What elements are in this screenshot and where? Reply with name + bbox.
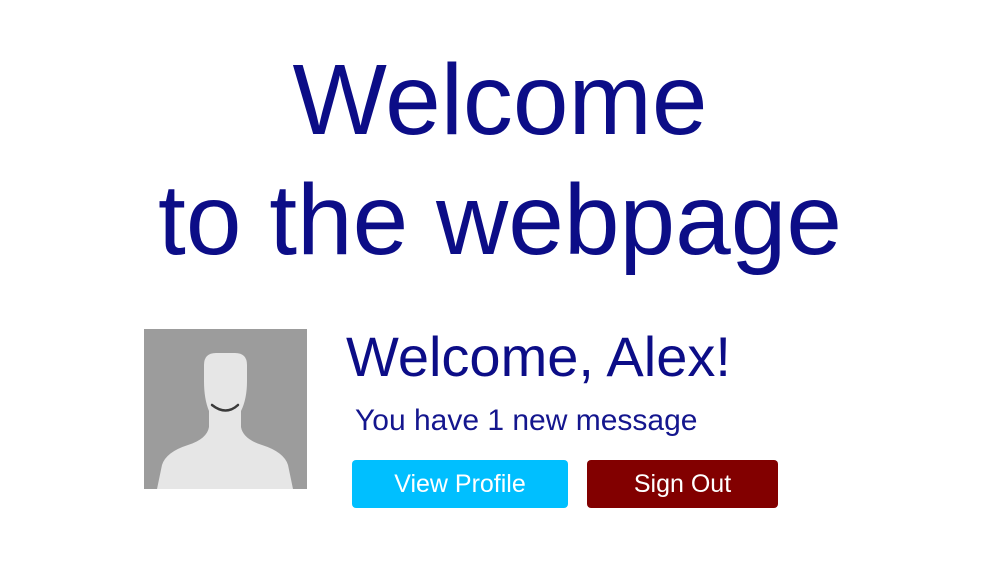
page-title-line-2: to the webpage bbox=[158, 164, 842, 276]
page-title-line-1: Welcome bbox=[292, 44, 708, 156]
new-message-notice: You have 1 new message bbox=[355, 404, 698, 437]
sign-out-button[interactable]: Sign Out bbox=[587, 460, 778, 508]
avatar bbox=[144, 329, 307, 489]
person-silhouette-icon bbox=[157, 353, 293, 489]
user-greeting: Welcome, Alex! bbox=[346, 325, 731, 388]
view-profile-button[interactable]: View Profile bbox=[352, 460, 568, 508]
